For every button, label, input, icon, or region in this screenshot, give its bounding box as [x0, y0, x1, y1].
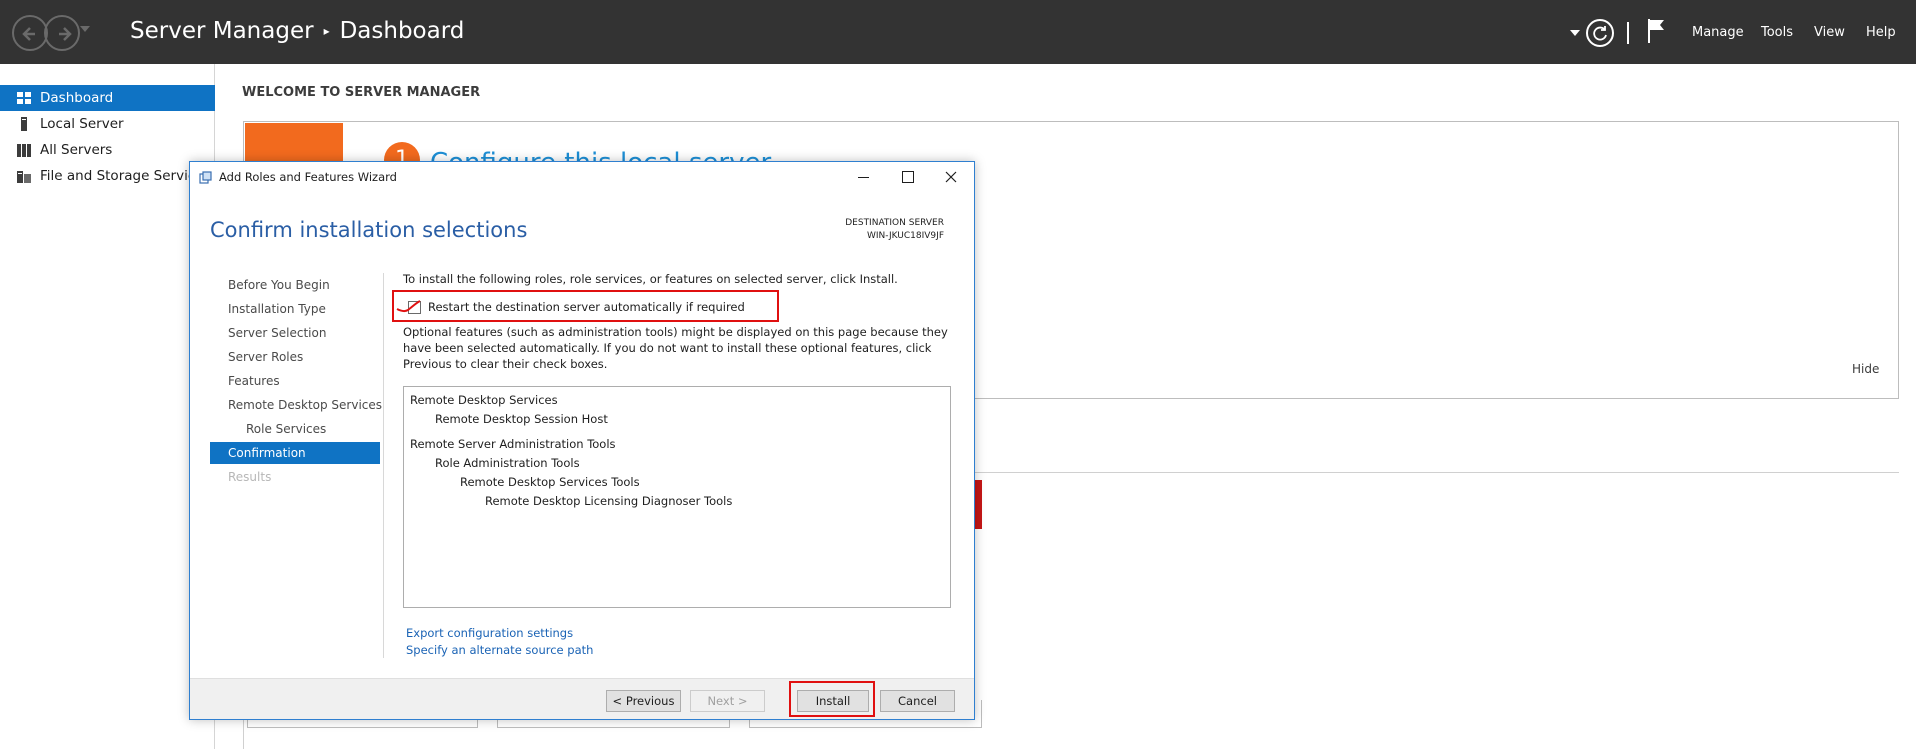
- cancel-button[interactable]: Cancel: [880, 690, 955, 712]
- hide-link[interactable]: Hide: [1852, 362, 1879, 376]
- install-button[interactable]: Install: [797, 690, 869, 712]
- alternate-source-link[interactable]: Specify an alternate source path: [406, 643, 593, 657]
- flag-icon[interactable]: [1646, 17, 1668, 45]
- list-item: Remote Desktop Session Host: [435, 412, 608, 426]
- optional-features-text: Optional features (such as administratio…: [403, 325, 948, 371]
- wizard-step-label: Results: [228, 470, 272, 484]
- list-item: Remote Desktop Services Tools: [460, 475, 640, 489]
- wizard-step-label: Confirmation: [228, 446, 306, 460]
- toolbar-divider: [1627, 22, 1629, 44]
- notifications-dropdown-icon[interactable]: [1570, 30, 1580, 36]
- breadcrumb-separator-icon: ▸: [323, 24, 330, 38]
- menu-help[interactable]: Help: [1866, 25, 1896, 40]
- nav-divider: [383, 273, 384, 658]
- history-dropdown-icon[interactable]: [80, 26, 90, 32]
- destination-server-label: DESTINATION SERVER: [845, 218, 944, 228]
- selections-list: Remote Desktop Services Remote Desktop S…: [403, 386, 951, 608]
- annotation-check-mark-icon: [396, 300, 421, 313]
- list-item: Remote Server Administration Tools: [410, 437, 616, 451]
- forward-button[interactable]: [44, 15, 80, 51]
- dialog-title: Add Roles and Features Wizard: [219, 170, 397, 184]
- list-item: Remote Desktop Services: [410, 393, 558, 407]
- app-name: Server Manager: [130, 18, 314, 44]
- minimize-button[interactable]: [852, 166, 876, 188]
- list-item: Remote Desktop Licensing Diagnoser Tools: [485, 494, 733, 508]
- wizard-step-label: Before You Begin: [228, 278, 330, 292]
- sidebar: Dashboard Local Server All Servers File …: [0, 64, 215, 749]
- wizard-step-remote-desktop-services[interactable]: Remote Desktop Services: [210, 394, 383, 416]
- servers-icon: [17, 144, 31, 157]
- wizard-step-results: Results: [210, 466, 380, 488]
- storage-icon: [17, 171, 31, 183]
- dialog-titlebar[interactable]: Add Roles and Features Wizard: [190, 162, 974, 192]
- list-item: Role Administration Tools: [435, 456, 580, 470]
- wizard-heading: Confirm installation selections: [210, 218, 528, 242]
- sidebar-item-label: Local Server: [40, 116, 124, 132]
- wizard-step-role-services[interactable]: Role Services: [210, 418, 380, 440]
- wizard-step-label: Server Roles: [228, 350, 304, 364]
- export-config-link[interactable]: Export configuration settings: [406, 626, 573, 640]
- wizard-step-confirmation[interactable]: Confirmation: [210, 442, 380, 464]
- add-roles-wizard-dialog: Add Roles and Features Wizard Confirm in…: [189, 161, 975, 720]
- wizard-step-label: Features: [228, 374, 280, 388]
- dashboard-icon: [17, 92, 31, 104]
- wizard-step-server-roles[interactable]: Server Roles: [210, 346, 380, 368]
- close-icon: [945, 171, 957, 183]
- wizard-step-label: Server Selection: [228, 326, 327, 340]
- sidebar-item-file-storage[interactable]: File and Storage Services: [0, 163, 215, 189]
- sidebar-item-label: Dashboard: [40, 90, 114, 106]
- maximize-button[interactable]: [896, 166, 920, 188]
- wizard-step-label: Role Services: [246, 422, 327, 436]
- restart-option-highlight: Restart the destination server automatic…: [392, 290, 779, 322]
- menu-tools[interactable]: Tools: [1761, 25, 1793, 40]
- page-title: Server Manager ▸ Dashboard: [130, 18, 464, 44]
- close-button[interactable]: [939, 166, 963, 188]
- sidebar-item-local-server[interactable]: Local Server: [0, 111, 215, 137]
- wizard-step-label: Remote Desktop Services: [228, 398, 383, 412]
- wizard-icon: [199, 171, 212, 184]
- refresh-icon: [1593, 26, 1607, 41]
- sidebar-item-all-servers[interactable]: All Servers: [0, 137, 215, 163]
- forward-arrow-icon: [59, 27, 72, 41]
- wizard-step-label: Installation Type: [228, 302, 326, 316]
- refresh-button[interactable]: [1586, 19, 1614, 47]
- sidebar-item-label: All Servers: [40, 142, 113, 158]
- previous-button[interactable]: < Previous: [606, 690, 681, 712]
- page-name: Dashboard: [339, 18, 465, 44]
- next-button: Next >: [690, 690, 765, 712]
- intro-text: To install the following roles, role ser…: [403, 272, 898, 286]
- wizard-step-server-selection[interactable]: Server Selection: [210, 322, 380, 344]
- wizard-step-features[interactable]: Features: [210, 370, 380, 392]
- dialog-footer: < Previous Next > Install Cancel: [190, 678, 974, 719]
- welcome-title: WELCOME TO SERVER MANAGER: [242, 85, 481, 100]
- sidebar-item-dashboard[interactable]: Dashboard: [0, 85, 215, 111]
- menu-manage[interactable]: Manage: [1692, 25, 1744, 40]
- menu-view[interactable]: View: [1814, 25, 1845, 40]
- destination-server-value: WIN-JKUC18IV9JF: [866, 231, 944, 241]
- wizard-step-before-you-begin[interactable]: Before You Begin: [210, 274, 380, 296]
- back-button[interactable]: [12, 15, 48, 51]
- server-icon: [21, 117, 27, 131]
- top-bar: Server Manager ▸ Dashboard Manage Tools Vi…: [0, 0, 1916, 64]
- wizard-step-installation-type[interactable]: Installation Type: [210, 298, 380, 320]
- back-arrow-icon: [22, 27, 35, 41]
- restart-checkbox-label[interactable]: Restart the destination server automatic…: [428, 300, 745, 314]
- sidebar-item-label: File and Storage Services: [40, 168, 211, 184]
